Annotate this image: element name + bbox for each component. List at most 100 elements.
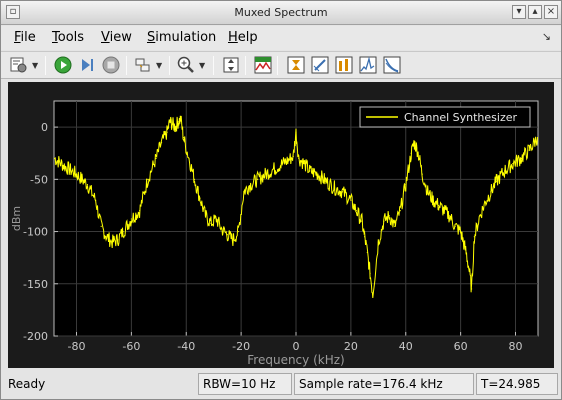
highlight-icon[interactable] <box>133 55 153 75</box>
run-icon[interactable] <box>53 55 73 75</box>
dock-arrow-icon[interactable]: ↘ <box>542 30 551 43</box>
series-point <box>169 121 171 123</box>
fit-to-view-icon[interactable] <box>221 55 241 75</box>
series-point <box>536 136 538 139</box>
series-point <box>180 118 182 120</box>
series-point <box>210 222 212 224</box>
highlight-dropdown-icon[interactable]: ▼ <box>156 61 163 70</box>
window-menu-icon[interactable]: ▫ <box>6 5 20 19</box>
channel-measurements-icon[interactable] <box>310 55 330 75</box>
series-point <box>232 239 234 241</box>
series-point <box>221 228 223 231</box>
ccdf-icon[interactable] <box>382 55 402 75</box>
series-point <box>421 173 423 175</box>
menu-tools[interactable]: Tools <box>52 30 84 45</box>
toolbar-separator <box>126 56 127 75</box>
series-point <box>75 173 78 175</box>
series-point <box>295 131 297 133</box>
series-point <box>317 173 319 175</box>
series-point <box>303 163 305 165</box>
y-axis-label: dBm <box>10 206 23 231</box>
y-tick-label: -150 <box>23 278 48 291</box>
series-point <box>215 218 218 220</box>
series-point <box>473 236 475 238</box>
series-point <box>350 199 352 201</box>
x-tick-label: -80 <box>68 340 86 353</box>
zoom-in-icon[interactable] <box>176 55 196 75</box>
menu-help[interactable]: Help <box>228 30 258 45</box>
series-point <box>432 199 434 201</box>
series-point <box>193 178 196 180</box>
legend-label: Channel Synthesizer <box>404 111 518 124</box>
y-tick-label: -200 <box>23 330 48 343</box>
series-point <box>355 210 357 212</box>
step-forward-icon[interactable] <box>77 55 97 75</box>
series-point <box>468 267 470 269</box>
stop-icon[interactable] <box>101 55 121 75</box>
y-tick-label: -100 <box>23 226 48 239</box>
series-point <box>471 288 473 290</box>
menu-file[interactable]: File <box>14 30 36 45</box>
settings-dropdown-icon[interactable]: ▼ <box>32 61 39 70</box>
peak-finder-icon[interactable] <box>358 55 378 75</box>
spectrum-chart[interactable]: -80 -60 -40 -20 0 20 40 60 800-50-100-150-200Fre… <box>8 82 554 368</box>
title-bar: Muxed Spectrum ▫ ▾ ▴ × <box>1 1 561 25</box>
status-time: T=24.985 <box>476 373 558 395</box>
series-point <box>413 142 415 144</box>
minimize-icon[interactable]: ▾ <box>512 5 526 19</box>
series-point <box>54 157 56 160</box>
series-point <box>160 142 163 144</box>
series-point <box>122 230 124 233</box>
toolbar-separator <box>169 56 170 75</box>
toolbar-separator <box>245 56 246 75</box>
series-point <box>273 168 275 170</box>
series-point <box>95 199 97 201</box>
series-point <box>174 126 176 128</box>
menu-view[interactable]: View <box>101 30 132 45</box>
cursor-measurements-icon[interactable] <box>286 55 306 75</box>
plot-panel: -80 -60 -40 -20 0 20 40 60 80 0 -50 -100 -150 -200 Fre… <box>8 82 554 368</box>
x-tick-label: 0 <box>293 340 300 353</box>
window-title: Muxed Spectrum <box>234 6 328 19</box>
menu-simulation[interactable]: Simulation <box>147 30 216 45</box>
status-sample-rate: Sample rate=176.4 kHz <box>294 373 474 395</box>
series-point <box>449 215 451 217</box>
series-point <box>204 215 207 217</box>
settings-icon[interactable] <box>9 55 29 75</box>
series-point <box>372 293 374 295</box>
series-point <box>377 241 379 243</box>
scope-window: Muxed Spectrum ▫ ▾ ▴ × File Tools View S… <box>0 0 562 400</box>
series-point <box>325 180 327 183</box>
close-icon[interactable]: × <box>544 5 558 19</box>
x-tick-label: 20 <box>344 340 358 353</box>
series-point <box>427 191 429 193</box>
x-tick-label: 40 <box>399 340 413 353</box>
series-point <box>147 178 149 180</box>
maximize-icon[interactable]: ▴ <box>528 5 542 19</box>
series-point <box>460 230 462 233</box>
series-point <box>490 191 492 193</box>
series-point <box>155 157 157 160</box>
status-rbw: RBW=10 Hz <box>198 373 292 395</box>
series-point <box>309 170 311 172</box>
series-point <box>503 170 506 172</box>
series-point <box>479 215 481 217</box>
series-point <box>171 123 174 125</box>
series-point <box>281 163 283 165</box>
y-tick-label: 0 <box>41 121 48 134</box>
series-point <box>520 157 522 160</box>
series-point <box>100 225 102 227</box>
series-point <box>298 157 300 160</box>
series-point <box>416 147 418 149</box>
series-point <box>399 210 401 212</box>
spectrum-type-icon[interactable] <box>253 55 273 75</box>
series-point <box>86 183 89 186</box>
zoom-dropdown-icon[interactable]: ▼ <box>199 61 206 70</box>
series-point <box>512 163 514 165</box>
distortion-measurements-icon[interactable] <box>334 55 354 75</box>
series-point <box>188 157 190 160</box>
series-point <box>369 272 371 274</box>
series-point <box>166 131 168 133</box>
series-point <box>443 210 445 212</box>
series-point <box>484 201 486 203</box>
